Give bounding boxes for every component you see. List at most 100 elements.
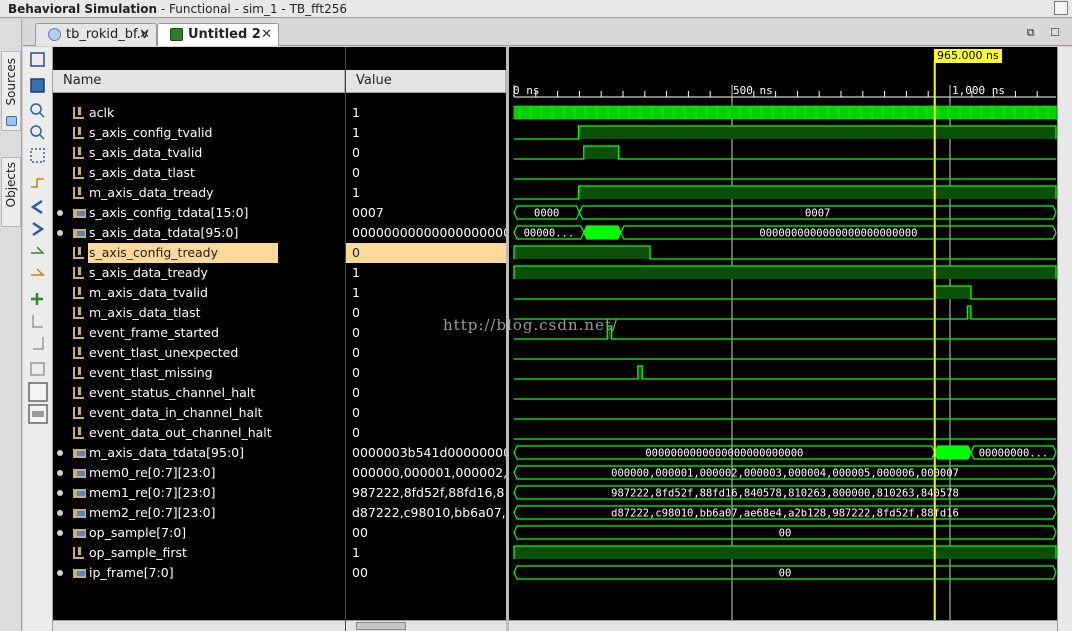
signal-row[interactable]: op_sample_first bbox=[53, 543, 345, 563]
expand-icon[interactable] bbox=[57, 510, 63, 516]
zoom-out-icon[interactable] bbox=[30, 125, 42, 137]
zoom-in-icon[interactable] bbox=[30, 103, 42, 115]
go-to-start-icon[interactable] bbox=[30, 199, 43, 215]
signal-value[interactable]: 0 bbox=[346, 243, 506, 263]
signal-row[interactable]: s_axis_data_tlast bbox=[53, 163, 345, 183]
signal-value[interactable]: d87222,c98010,bb6a07, bbox=[346, 503, 506, 523]
signal-value[interactable]: 0 bbox=[346, 423, 506, 443]
network-icon bbox=[1, 41, 21, 47]
signal-row[interactable]: m_axis_data_tready bbox=[53, 183, 345, 203]
signal-value[interactable]: 1 bbox=[346, 103, 506, 123]
next-transition-icon[interactable] bbox=[31, 268, 45, 276]
expand-icon[interactable] bbox=[57, 210, 63, 216]
expand-icon[interactable] bbox=[57, 570, 63, 576]
name-column-header[interactable]: Name bbox=[53, 70, 345, 93]
waveform-area[interactable]: 0000 0007 00000... 000000000000000000000000… bbox=[506, 47, 1057, 631]
signal-row[interactable]: s_axis_data_tready bbox=[53, 263, 345, 283]
signal-row[interactable]: s_axis_config_tready bbox=[53, 243, 345, 263]
go-to-end-icon[interactable] bbox=[32, 221, 45, 237]
cursor-time-label[interactable]: 965.000 ns bbox=[934, 49, 1002, 63]
signal-row[interactable]: event_tlast_missing bbox=[53, 363, 345, 383]
s-axis-data-tdata-wave-label: 00000... bbox=[524, 228, 575, 240]
signal-row[interactable]: mem2_re[0:7][23:0] bbox=[53, 503, 345, 523]
signal-row[interactable]: m_axis_data_tvalid bbox=[53, 283, 345, 303]
signal-value[interactable]: 0007 bbox=[346, 203, 506, 223]
signal-value[interactable]: 0 bbox=[346, 383, 506, 403]
snap-to-transition-icon[interactable] bbox=[28, 382, 48, 402]
signal-name: s_axis_data_tlast bbox=[89, 165, 195, 180]
save-wave-icon[interactable] bbox=[30, 52, 45, 67]
expand-icon[interactable] bbox=[57, 530, 63, 536]
bus-signal-icon bbox=[73, 469, 86, 478]
value-column-header[interactable]: Value bbox=[346, 70, 506, 93]
close-icon[interactable]: ✕ bbox=[261, 24, 272, 45]
signal-row[interactable]: s_axis_data_tvalid bbox=[53, 143, 345, 163]
signal-name: event_tlast_missing bbox=[89, 365, 213, 380]
signal-row[interactable]: op_sample[7:0] bbox=[53, 523, 345, 543]
side-tab-sources[interactable]: Sources bbox=[1, 51, 21, 131]
maximize-button[interactable] bbox=[1054, 1, 1068, 15]
signal-value[interactable]: 0 bbox=[346, 363, 506, 383]
tab-tb-rokid-bf[interactable]: tb_rokid_bf.v ✕ bbox=[35, 23, 157, 46]
swap-cursors-icon[interactable] bbox=[30, 362, 45, 376]
value-hscroll[interactable] bbox=[346, 620, 506, 631]
signal-value[interactable]: 00 bbox=[346, 563, 506, 583]
signal-value[interactable]: 0 bbox=[346, 403, 506, 423]
add-marker-icon[interactable] bbox=[31, 178, 44, 188]
signal-value[interactable]: 987222,8fd52f,88fd16,8 bbox=[346, 483, 506, 503]
expand-icon[interactable] bbox=[57, 490, 63, 496]
signal-value[interactable]: 1 bbox=[346, 183, 506, 203]
signal-row[interactable]: mem0_re[0:7][23:0] bbox=[53, 463, 345, 483]
bit-signal-icon bbox=[73, 187, 84, 199]
signal-value[interactable]: 0 bbox=[346, 163, 506, 183]
expand-icon[interactable] bbox=[57, 230, 63, 236]
expand-icon[interactable] bbox=[57, 470, 63, 476]
tab-label: Untitled 2 bbox=[188, 27, 261, 42]
signal-row[interactable]: event_data_out_channel_halt bbox=[53, 423, 345, 443]
signal-row[interactable]: s_axis_config_tvalid bbox=[53, 123, 345, 143]
bit-signal-icon bbox=[73, 247, 84, 259]
signal-row[interactable]: event_data_in_channel_halt bbox=[53, 403, 345, 423]
signal-value[interactable]: 1 bbox=[346, 543, 506, 563]
wave-hscroll[interactable] bbox=[509, 620, 1057, 631]
wave-vscroll[interactable] bbox=[1057, 47, 1072, 631]
restore-maximize-buttons[interactable]: ⧉ ☐ bbox=[1027, 26, 1066, 40]
value-hscroll-thumb[interactable] bbox=[356, 622, 406, 630]
name-hscroll[interactable] bbox=[53, 620, 345, 631]
signal-value[interactable]: 0000000000000000000000000 bbox=[346, 223, 506, 243]
signal-row[interactable]: s_axis_data_tdata[95:0] bbox=[53, 223, 345, 243]
signal-name: ip_frame[7:0] bbox=[89, 565, 174, 580]
side-tab-strip: Sources Objects bbox=[0, 19, 22, 631]
signal-value[interactable]: 1 bbox=[346, 123, 506, 143]
signal-value[interactable]: 0 bbox=[346, 343, 506, 363]
previous-transition-icon[interactable] bbox=[31, 246, 45, 254]
next-marker-icon[interactable] bbox=[33, 337, 44, 350]
signal-row[interactable]: m_axis_data_tdata[95:0] bbox=[53, 443, 345, 463]
signal-row[interactable]: m_axis_data_tlast bbox=[53, 303, 345, 323]
waveform-canvas[interactable]: 0000 000700000... 000000000000000000000000… bbox=[509, 47, 1057, 631]
signal-row[interactable]: ip_frame[7:0] bbox=[53, 563, 345, 583]
signal-value[interactable]: 000000,000001,000002, bbox=[346, 463, 506, 483]
signal-value[interactable]: 1 bbox=[346, 283, 506, 303]
signal-row[interactable]: aclk bbox=[53, 103, 345, 123]
zoom-fit-icon[interactable] bbox=[30, 148, 45, 163]
signal-row[interactable]: mem1_re[0:7][23:0] bbox=[53, 483, 345, 503]
expand-icon[interactable] bbox=[57, 450, 63, 456]
signal-row[interactable]: event_status_channel_halt bbox=[53, 383, 345, 403]
previous-marker-icon[interactable] bbox=[32, 315, 43, 328]
signal-value[interactable]: 0000003b541d000000000 bbox=[346, 443, 506, 463]
save-icon[interactable] bbox=[30, 78, 45, 93]
side-tab-objects[interactable]: Objects bbox=[1, 157, 21, 227]
signal-value[interactable]: 1 bbox=[346, 263, 506, 283]
signal-row[interactable]: event_tlast_unexpected bbox=[53, 343, 345, 363]
close-icon[interactable]: ✕ bbox=[139, 24, 150, 45]
bus-signal-icon bbox=[73, 569, 86, 578]
signal-row[interactable]: s_axis_config_tdata[15:0] bbox=[53, 203, 345, 223]
tab-untitled-2[interactable]: Untitled 2 ✕ bbox=[157, 23, 279, 46]
value-col-top-spacer bbox=[346, 47, 506, 70]
signal-value[interactable]: 00 bbox=[346, 523, 506, 543]
signal-row[interactable]: event_frame_started bbox=[53, 323, 345, 343]
toolbar-icons bbox=[28, 52, 48, 424]
signal-value[interactable]: 0 bbox=[346, 143, 506, 163]
event-tlast-missing-wave-fill bbox=[637, 366, 643, 379]
